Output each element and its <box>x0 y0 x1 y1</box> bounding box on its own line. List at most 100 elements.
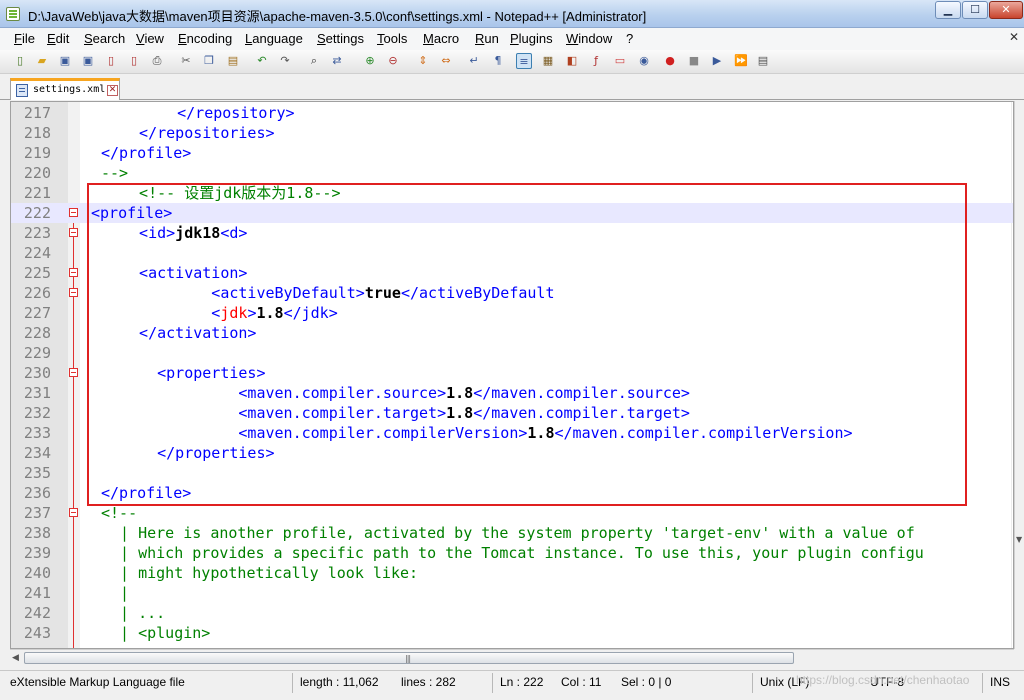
record-macro-icon[interactable]: ● <box>662 53 678 69</box>
zoom-out-icon[interactable]: ⊖ <box>385 53 401 69</box>
code-text: | Here is another profile, activated by … <box>111 523 915 543</box>
xml-comment: | might hypothetically look like: <box>111 564 419 582</box>
line-number: 220 <box>23 164 51 182</box>
menu-run[interactable]: Run <box>475 31 499 46</box>
new-file-icon[interactable]: ▯ <box>12 53 28 69</box>
word-wrap-icon[interactable]: ↵ <box>466 53 482 69</box>
document-icon <box>16 84 28 97</box>
close-document-icon[interactable]: ✕ <box>1006 30 1022 46</box>
code-text: </repository> <box>141 103 295 123</box>
code-text: --> <box>101 163 128 183</box>
line-number: 238 <box>23 524 51 542</box>
code-text: | which provides a specific path to the … <box>111 543 924 563</box>
minimize-button[interactable]: ▁ <box>935 1 961 19</box>
menu-language[interactable]: Language <box>245 31 303 46</box>
maximize-button[interactable]: ☐ <box>962 1 988 19</box>
menu-file[interactable]: File <box>14 31 35 46</box>
menu-edit[interactable]: Edit <box>47 31 69 46</box>
fold-toggle-icon[interactable] <box>69 268 78 277</box>
save-macro-icon[interactable]: ▤ <box>755 53 771 69</box>
line-number: 236 <box>23 484 51 502</box>
function-list-icon[interactable]: ƒ <box>588 53 604 69</box>
sync-vertical-icon[interactable]: ⇕ <box>415 53 431 69</box>
doc-map-icon[interactable]: ◧ <box>564 53 580 69</box>
indent-guide-icon[interactable]: ≡ <box>516 53 532 69</box>
find-icon[interactable]: ⌕ <box>306 53 322 69</box>
code-line: 238 | Here is another profile, activated… <box>11 523 1013 543</box>
tab-close-icon[interactable]: ✕ <box>107 85 118 96</box>
fold-toggle-icon[interactable] <box>69 508 78 517</box>
fold-toggle-icon[interactable] <box>69 288 78 297</box>
sync-horizontal-icon[interactable]: ⇔ <box>438 53 454 69</box>
line-number: 241 <box>23 584 51 602</box>
close-all-icon[interactable]: ▯ <box>126 53 142 69</box>
scroll-left-arrow-icon[interactable]: ◀ <box>12 653 19 663</box>
menu-bar: File Edit Search View Encoding Language Settin… <box>0 28 1024 50</box>
cut-icon[interactable]: ✂ <box>178 53 194 69</box>
menu-help[interactable]: ? <box>626 31 633 46</box>
line-number: 237 <box>23 504 51 522</box>
watermark-text: https://blog.csdn.net/chenhaotao <box>796 673 970 687</box>
menu-plugins[interactable]: Plugins <box>510 31 553 46</box>
save-all-icon[interactable]: ▣ <box>80 53 96 69</box>
xml-tag: </repository> <box>141 104 295 122</box>
code-line: 240 | might hypothetically look like: <box>11 563 1013 583</box>
close-window-button[interactable]: ✕ <box>989 1 1023 19</box>
xml-comment: <!-- <box>101 504 138 522</box>
code-line: 219 </profile> <box>11 143 1013 163</box>
fold-toggle-icon[interactable] <box>69 208 78 217</box>
status-insert-mode[interactable]: INS <box>990 675 1010 689</box>
menu-search[interactable]: Search <box>84 31 125 46</box>
open-file-icon[interactable]: ▰ <box>34 53 50 69</box>
line-number: 225 <box>23 264 51 282</box>
horizontal-scrollbar[interactable]: ◀ ||| <box>10 649 1014 666</box>
folder-workspace-icon[interactable]: ▭ <box>612 53 628 69</box>
code-line: 239 | which provides a specific path to … <box>11 543 1013 563</box>
line-number: 223 <box>23 224 51 242</box>
grip-icon: ||| <box>405 654 411 663</box>
title-bar[interactable]: D:\JavaWeb\java大数据\maven项目资源\apache-mave… <box>0 0 1024 28</box>
line-number: 234 <box>23 444 51 462</box>
user-lang-icon[interactable]: ▦ <box>540 53 556 69</box>
stop-macro-icon[interactable]: ■ <box>686 53 702 69</box>
code-line: 243 | <plugin> <box>11 623 1013 643</box>
print-icon[interactable]: ⎙ <box>149 53 165 69</box>
code-line: 237 <!-- <box>11 503 1013 523</box>
run-macro-multiple-icon[interactable]: ⏩ <box>733 53 749 69</box>
line-number: 224 <box>23 244 51 262</box>
xml-comment: | which provides a specific path to the … <box>111 544 924 562</box>
horizontal-scroll-thumb[interactable]: ||| <box>24 652 794 664</box>
code-text: <!-- <box>101 503 137 523</box>
close-icon[interactable]: ▯ <box>103 53 119 69</box>
scroll-down-arrow-icon[interactable]: ▼ <box>1016 535 1024 544</box>
line-number: 242 <box>23 604 51 622</box>
menu-view[interactable]: View <box>136 31 164 46</box>
show-all-chars-icon[interactable]: ¶ <box>490 53 506 69</box>
menu-tools[interactable]: Tools <box>377 31 407 46</box>
line-number: 239 <box>23 544 51 562</box>
menu-window[interactable]: Window <box>566 31 612 46</box>
redo-icon[interactable]: ↷ <box>277 53 293 69</box>
menu-macro[interactable]: Macro <box>423 31 459 46</box>
save-icon[interactable]: ▣ <box>57 53 73 69</box>
copy-icon[interactable]: ❐ <box>201 53 217 69</box>
play-macro-icon[interactable]: ▶ <box>709 53 725 69</box>
code-editor[interactable]: 217 </repository> 218 </repositories> 219 <… <box>10 101 1014 649</box>
menu-settings[interactable]: Settings <box>317 31 364 46</box>
replace-icon[interactable]: ⇄ <box>329 53 345 69</box>
fold-toggle-icon[interactable] <box>69 368 78 377</box>
code-text: </repositories> <box>121 123 274 143</box>
line-number: 243 <box>23 624 51 642</box>
zoom-in-icon[interactable]: ⊕ <box>362 53 378 69</box>
menu-encoding[interactable]: Encoding <box>178 31 232 46</box>
xml-comment: | <box>111 584 130 602</box>
line-number: 221 <box>23 184 51 202</box>
tab-settings-xml[interactable]: settings.xml ✕ <box>10 78 120 100</box>
vertical-scrollbar[interactable]: ▼ <box>1014 101 1024 649</box>
line-number: 233 <box>23 424 51 442</box>
paste-icon[interactable]: ▤ <box>225 53 241 69</box>
undo-icon[interactable]: ↶ <box>254 53 270 69</box>
fold-toggle-icon[interactable] <box>69 228 78 237</box>
line-number: 235 <box>23 464 51 482</box>
monitor-icon[interactable]: ◉ <box>636 53 652 69</box>
